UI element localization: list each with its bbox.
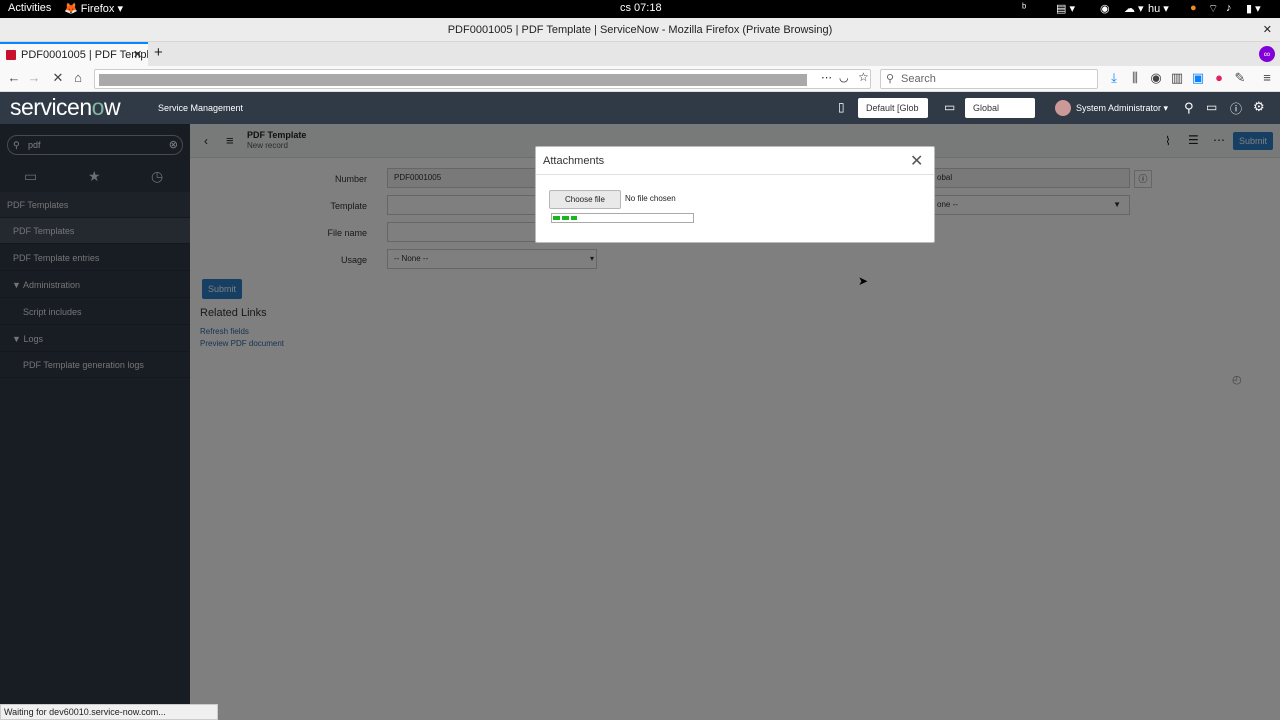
logo-text-o: o xyxy=(91,94,105,120)
battery-icon[interactable]: ▮ ▾ xyxy=(1246,2,1261,15)
mouse-cursor-icon: ➤ xyxy=(858,274,869,288)
downloads-icon[interactable]: ⤓ xyxy=(1106,70,1122,86)
volume-icon: ♪ xyxy=(1226,2,1232,14)
update-set-icon[interactable]: ▯ xyxy=(838,100,845,114)
search-icon[interactable]: ⚲ xyxy=(1184,100,1194,116)
home-icon[interactable]: ⌂ xyxy=(70,70,86,85)
user-name: System Administrator xyxy=(1076,103,1162,113)
bookmark-star-icon[interactable]: ☆ xyxy=(858,70,869,84)
containers-icon[interactable]: ▣ xyxy=(1190,70,1206,86)
extension-icon[interactable]: ◉ xyxy=(1148,70,1164,86)
help-icon[interactable]: ⓘ xyxy=(1230,100,1242,117)
back-icon[interactable]: ← xyxy=(6,70,22,85)
close-icon[interactable]: ✕ xyxy=(910,151,923,171)
firefox-app-menu[interactable]: 🦊 Firefox ▾ xyxy=(64,2,123,15)
pocket-icon[interactable]: ◡ xyxy=(839,71,849,84)
servicenow-header: servicenow Service Management ▯ Default … xyxy=(0,92,1280,124)
clock[interactable]: cs 07:18 xyxy=(620,2,662,14)
activities-button[interactable]: Activities xyxy=(8,2,51,14)
update-set-select[interactable]: Default [Glob xyxy=(858,98,928,118)
addon-icon[interactable]: ✎ xyxy=(1232,70,1248,86)
stop-icon[interactable]: ✕ xyxy=(50,70,66,86)
library-icon[interactable]: ⫼ xyxy=(1127,70,1143,86)
search-box[interactable]: ⚲ Search xyxy=(880,69,1098,89)
upload-progress-fill xyxy=(553,216,577,220)
search-placeholder: Search xyxy=(901,73,936,85)
wifi-icon: ⌔ xyxy=(1208,3,1219,15)
search-icon: ⚲ xyxy=(886,73,895,85)
upload-progress-bar xyxy=(551,213,694,223)
clipboard-icon[interactable]: ▤ ▾ xyxy=(1056,2,1075,15)
close-window-icon[interactable]: ✕ xyxy=(1263,18,1272,42)
weather-icon[interactable]: ☁ ▾ xyxy=(1124,2,1144,15)
status-dot-icon: ● xyxy=(1190,2,1197,14)
choose-file-button[interactable]: Choose file xyxy=(549,190,621,209)
navigation-toolbar: ← → ✕ ⌂ ⋯ ◡ ☆ ⚲ Search ⤓ ⫼ ◉ ▥ ▣ ● ✎ ≡ xyxy=(0,66,1280,92)
browser-status-bar: Waiting for dev60010.service-now.com... xyxy=(0,704,218,720)
header-subtitle: Service Management xyxy=(158,103,244,113)
servicenow-favicon-icon xyxy=(6,50,16,60)
user-avatar[interactable] xyxy=(1055,100,1071,116)
camera-icon[interactable]: ◉ xyxy=(1100,2,1110,15)
keyboard-layout-label: hu xyxy=(1148,3,1161,15)
gnome-top-bar: Activities 🦊 Firefox ▾ cs 07:18 ᵇ ▤ ▾ ◉ … xyxy=(0,0,1280,18)
dialog-title: Attachments xyxy=(543,155,605,167)
logo-text-b: w xyxy=(103,94,121,120)
update-set-value: Default [Glob xyxy=(866,103,919,113)
app-name: Firefox xyxy=(80,3,115,15)
chat-icon[interactable]: ▭ xyxy=(1206,100,1217,114)
scope-value: Global xyxy=(973,103,1000,113)
window-title-bar: PDF0001005 | PDF Template | ServiceNow -… xyxy=(0,18,1280,42)
forward-icon[interactable]: → xyxy=(26,70,42,85)
gear-icon[interactable]: ⚙ xyxy=(1253,99,1265,115)
dialog-header: Attachments ✕ xyxy=(536,147,934,175)
page-actions-icon[interactable]: ⋯ xyxy=(821,71,832,84)
servicenow-logo[interactable]: servicenow xyxy=(10,94,121,121)
bing-icon[interactable]: ᵇ xyxy=(1022,2,1026,14)
adblock-icon[interactable]: ● xyxy=(1211,70,1227,85)
tab-title: PDF0001005 | PDF Templ xyxy=(21,49,148,61)
tab-close-icon[interactable]: ✕ xyxy=(133,44,142,66)
logo-text-a: servicen xyxy=(10,94,92,120)
scope-icon[interactable]: ▭ xyxy=(944,100,955,114)
scope-select[interactable]: Global xyxy=(965,98,1035,118)
url-selection xyxy=(99,74,807,86)
attachments-dialog: Attachments ✕ Choose file No file chosen xyxy=(535,146,935,243)
url-bar[interactable]: ⋯ ◡ ☆ xyxy=(94,69,871,89)
menu-icon[interactable]: ≡ xyxy=(1259,70,1275,85)
sidebar-icon[interactable]: ▥ xyxy=(1169,70,1185,86)
private-browsing-icon: ∞ xyxy=(1259,46,1275,62)
keyboard-layout[interactable]: hu ▾ xyxy=(1148,2,1169,15)
new-tab-icon[interactable]: + xyxy=(154,44,163,61)
user-menu[interactable]: System Administrator ▾ xyxy=(1076,103,1168,114)
no-file-label: No file chosen xyxy=(625,194,676,203)
tab-active[interactable]: PDF0001005 | PDF Templ ✕ xyxy=(0,42,148,66)
tab-strip: PDF0001005 | PDF Templ ✕ + ∞ xyxy=(0,42,1280,66)
window-title: PDF0001005 | PDF Template | ServiceNow -… xyxy=(447,24,833,36)
